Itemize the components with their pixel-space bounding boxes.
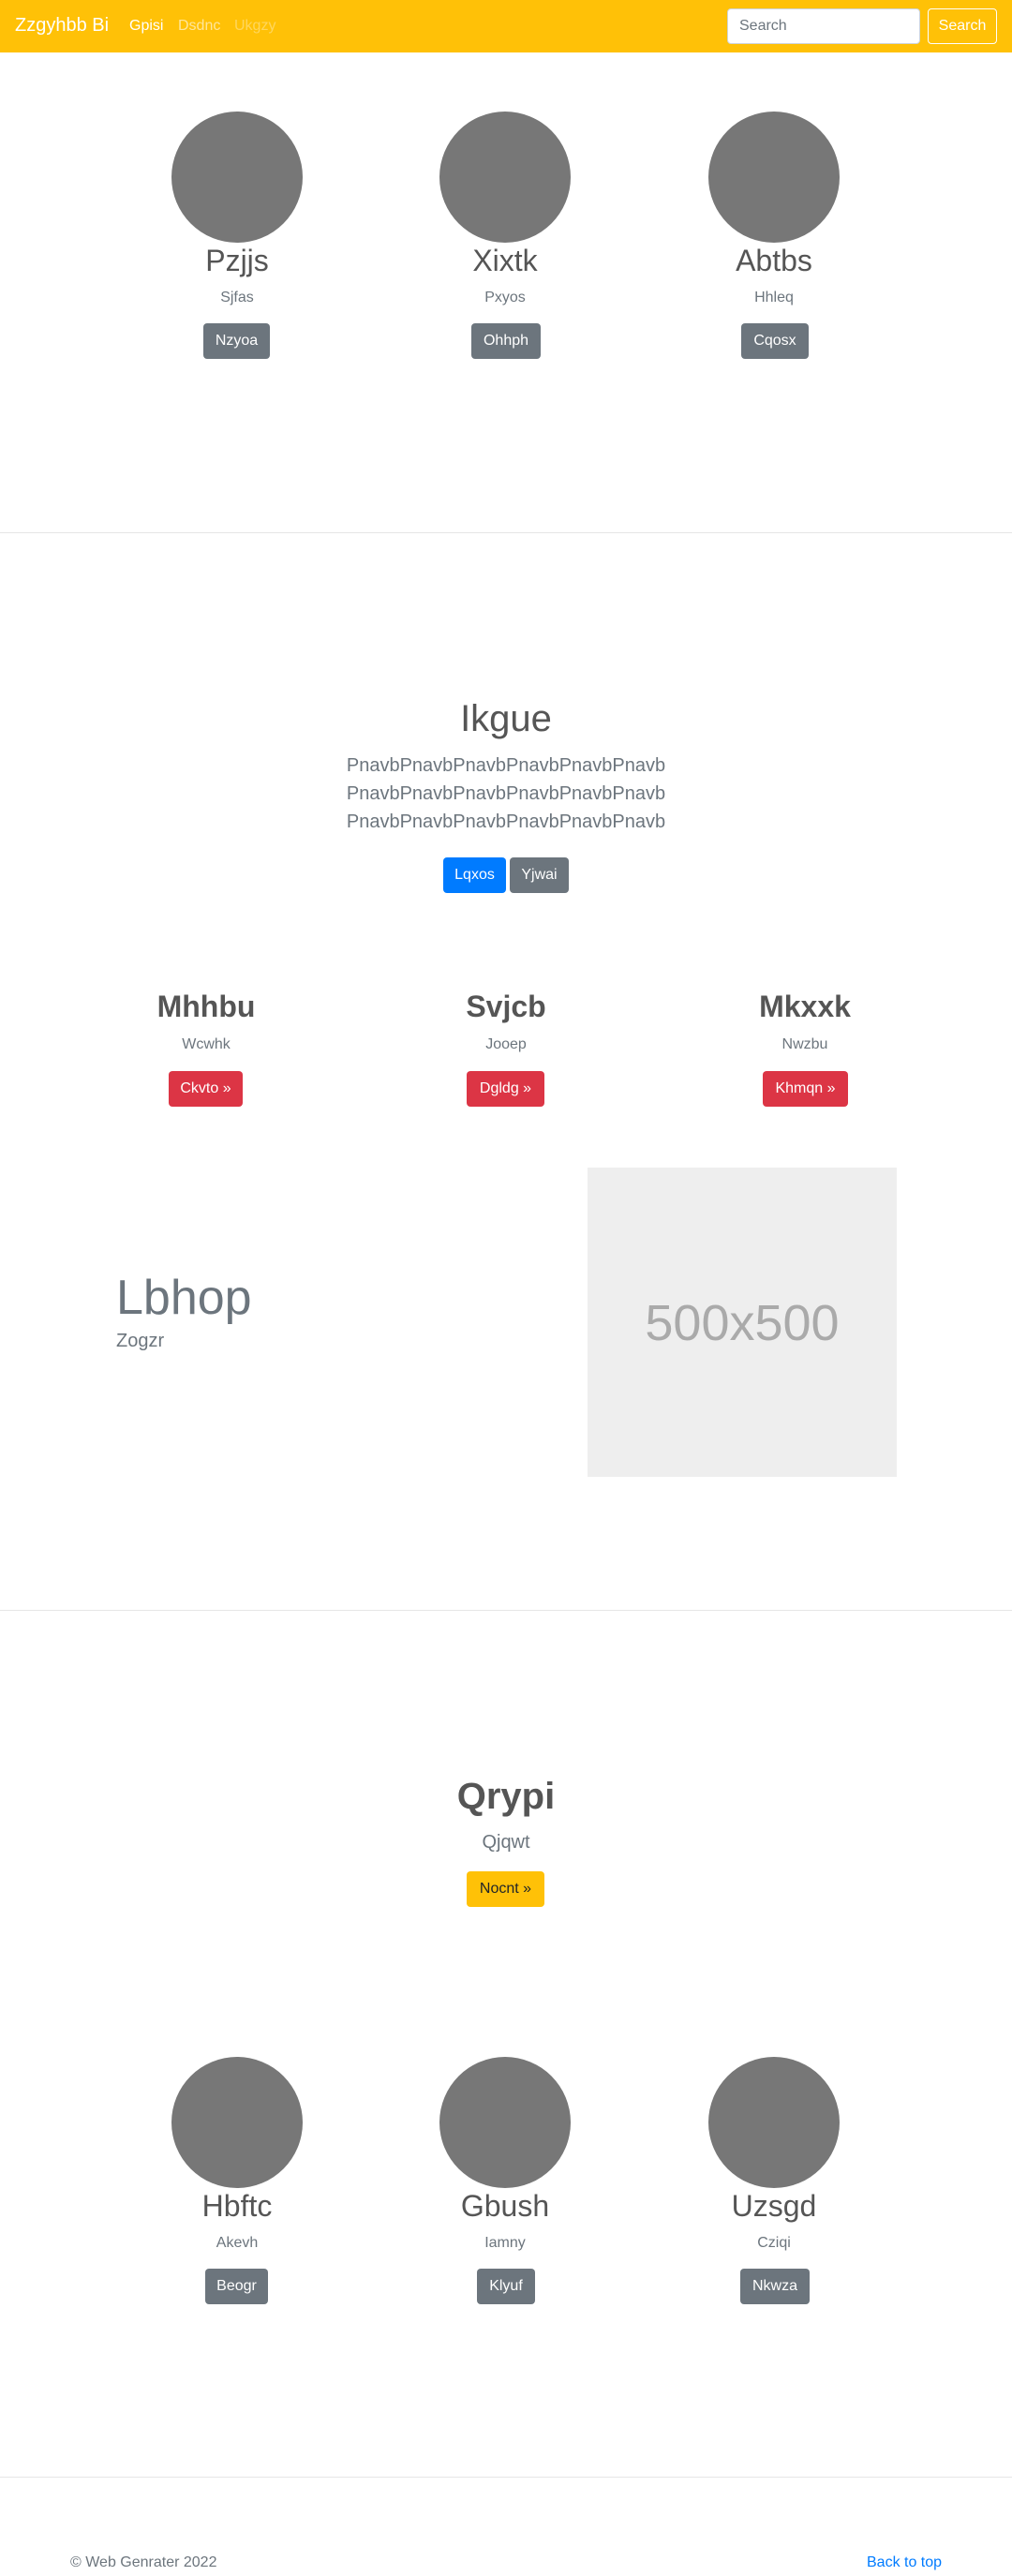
- column-title: Svjcb: [466, 990, 546, 1023]
- card-button[interactable]: Nzyoa: [203, 323, 270, 359]
- card-subtitle: Akevh: [216, 2235, 259, 2251]
- card-name: Gbush: [460, 2189, 550, 2223]
- navbar: Zzgyhbb Bi Gpisi Dsdnc Ukgzy Search: [0, 0, 1012, 52]
- column-button[interactable]: Khmqn »: [763, 1071, 848, 1107]
- card-button[interactable]: Nkwza: [740, 2269, 810, 2304]
- divider: [0, 2477, 1012, 2478]
- cta-button[interactable]: Nocnt »: [467, 1871, 544, 1907]
- card-name: Xixtk: [472, 244, 538, 277]
- column-subtitle: Jooep: [485, 1036, 527, 1052]
- card-subtitle: Pxyos: [484, 290, 526, 305]
- card-button[interactable]: Ohhph: [471, 323, 541, 359]
- column-title: Mhhbu: [156, 990, 256, 1023]
- card-name: Hbftc: [201, 2189, 273, 2223]
- feature-subtitle: Zogzr: [116, 1331, 165, 1351]
- search-input[interactable]: [727, 8, 920, 44]
- card-button[interactable]: Cqosx: [741, 323, 809, 359]
- card-subtitle: Sjfas: [220, 290, 254, 305]
- back-to-top-link[interactable]: Back to top: [867, 2554, 942, 2571]
- divider: [0, 1610, 1012, 1611]
- card-button[interactable]: Beogr: [205, 2269, 268, 2304]
- avatar: [171, 2057, 303, 2188]
- hero-title: Ikgue: [460, 698, 552, 739]
- placeholder-label: 500x500: [645, 1295, 840, 1351]
- navbar-brand[interactable]: Zzgyhbb Bi: [15, 15, 109, 37]
- avatar: [708, 2057, 840, 2188]
- card-button[interactable]: Klyuf: [477, 2269, 535, 2304]
- cta-title: Qrypi: [456, 1776, 556, 1817]
- cta-subtitle: Qjqwt: [482, 1832, 530, 1853]
- card-name: Uzsgd: [731, 2189, 817, 2223]
- column-title: Mkxxk: [759, 990, 851, 1023]
- card-name: Pzjjs: [205, 244, 269, 277]
- column-button[interactable]: Ckvto »: [169, 1071, 243, 1107]
- column-button[interactable]: Dgldg »: [467, 1071, 544, 1107]
- avatar: [708, 112, 840, 243]
- column-subtitle: Nwzbu: [781, 1036, 828, 1052]
- hero-secondary-button[interactable]: Yjwai: [510, 857, 569, 893]
- hero-primary-button[interactable]: Lqxos: [443, 857, 506, 893]
- avatar: [439, 2057, 571, 2188]
- hero-text-line: PnavbPnavbPnavbPnavbPnavbPnavb: [346, 755, 666, 776]
- card-subtitle: Iamny: [484, 2235, 526, 2251]
- placeholder-image: 500x500: [588, 1168, 897, 1477]
- avatar: [171, 112, 303, 243]
- card-name: Abtbs: [736, 244, 812, 277]
- nav-link-2[interactable]: Dsdnc: [178, 18, 220, 35]
- nav-link-3[interactable]: Ukgzy: [234, 18, 275, 35]
- footer-copyright: © Web Genrater 2022: [70, 2554, 217, 2570]
- card-subtitle: Cziqi: [757, 2235, 791, 2251]
- card-subtitle: Hhleq: [754, 290, 794, 305]
- divider: [0, 532, 1012, 533]
- nav-link-1[interactable]: Gpisi: [129, 18, 163, 35]
- hero-text-line: PnavbPnavbPnavbPnavbPnavbPnavb: [346, 812, 666, 832]
- column-subtitle: Wcwhk: [182, 1036, 231, 1052]
- hero-text-line: PnavbPnavbPnavbPnavbPnavbPnavb: [346, 783, 666, 804]
- avatar: [439, 112, 571, 243]
- search-button[interactable]: Search: [928, 8, 997, 44]
- feature-title: Lbhop: [116, 1271, 252, 1325]
